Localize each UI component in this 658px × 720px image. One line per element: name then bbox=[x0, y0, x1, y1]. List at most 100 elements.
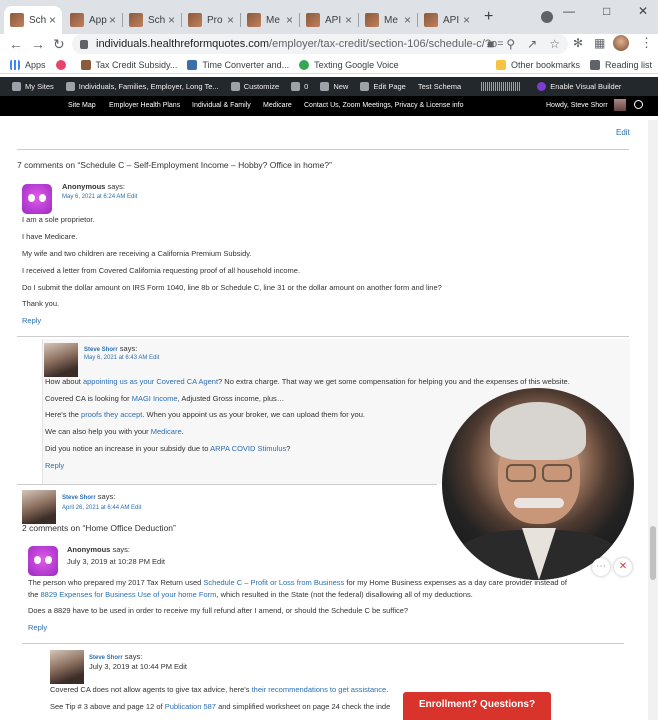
nav-site-map[interactable]: Site Map bbox=[68, 102, 96, 109]
comment-author: Steve Shorr says: bbox=[84, 344, 138, 353]
comments-count[interactable]: 0 bbox=[291, 82, 308, 91]
schedule-c-link[interactable]: Schedule C – Profit or Loss from Busines… bbox=[203, 578, 344, 587]
other-bookmarks[interactable]: Other bookmarks bbox=[495, 59, 580, 70]
nav-medicare[interactable]: Medicare bbox=[263, 102, 292, 109]
phone-icon bbox=[299, 59, 310, 70]
comment-date[interactable]: April 26, 2021 at 6:44 AM Edit bbox=[62, 505, 141, 511]
avatar bbox=[22, 490, 56, 524]
medicare-link[interactable]: Medicare bbox=[151, 427, 182, 436]
url-text[interactable]: individuals.healthreformquotes.com/emplo… bbox=[96, 38, 504, 50]
assistance-link[interactable]: their recommendations to get assistance bbox=[252, 685, 387, 694]
forward-icon[interactable]: → bbox=[31, 36, 45, 52]
browser-tab[interactable]: Me × bbox=[359, 6, 418, 34]
comment-text: I am a sole proprietor. bbox=[22, 215, 95, 224]
arpa-link[interactable]: ARPA COVID Stimulus bbox=[210, 444, 286, 453]
browser-tab[interactable]: API × bbox=[300, 6, 359, 34]
close-icon[interactable]: ✕ bbox=[614, 558, 632, 576]
new-tab-button[interactable]: + bbox=[484, 8, 493, 26]
video-bubble[interactable] bbox=[442, 388, 634, 580]
proofs-link[interactable]: proofs they accept bbox=[81, 410, 142, 419]
more-menu-icon[interactable]: ⋮ bbox=[640, 35, 653, 51]
more-options-icon[interactable]: ⋯ bbox=[592, 558, 610, 576]
reload-icon[interactable]: ↻ bbox=[53, 36, 65, 53]
close-tab-icon[interactable]: × bbox=[109, 13, 116, 27]
customize[interactable]: Customize bbox=[230, 82, 279, 91]
extension-icon[interactable]: ✻ bbox=[573, 36, 583, 50]
visual-builder[interactable]: Enable Visual Builder bbox=[537, 82, 621, 91]
my-sites[interactable]: My Sites bbox=[12, 82, 54, 91]
site-name[interactable]: Individuals, Families, Employer, Long Te… bbox=[65, 82, 219, 91]
publication-587-link[interactable]: Publication 587 bbox=[165, 702, 216, 711]
bookmark-apps[interactable]: Apps bbox=[10, 59, 46, 70]
comment-text: Here's the proofs they accept. When you … bbox=[45, 410, 365, 419]
howdy-user[interactable]: Howdy, Steve Shorr bbox=[546, 102, 608, 109]
camera-icon[interactable]: ■ bbox=[487, 37, 494, 51]
magi-link[interactable]: MAGI Income bbox=[132, 394, 178, 403]
reply-link[interactable]: Reply bbox=[28, 623, 47, 632]
bookmark-item[interactable]: Tax Credit Subsidy... bbox=[80, 59, 177, 70]
close-tab-icon[interactable]: × bbox=[463, 13, 470, 27]
reply-link[interactable]: Reply bbox=[22, 316, 41, 325]
site-nav: Site Map Employer Health Plans Individua… bbox=[0, 96, 658, 116]
plus-icon bbox=[320, 82, 330, 91]
browser-tab[interactable]: Me × bbox=[241, 6, 300, 34]
comment-date[interactable]: May 6, 2021 at 6:43 AM Edit bbox=[84, 355, 159, 361]
browser-tab[interactable]: Sch × bbox=[123, 6, 182, 34]
puzzle-icon[interactable]: ▦ bbox=[594, 36, 605, 50]
search-icon[interactable] bbox=[634, 100, 643, 109]
reading-list[interactable]: Reading list bbox=[589, 59, 652, 70]
comment-date[interactable]: May 6, 2021 at 6:24 AM Edit bbox=[62, 194, 137, 200]
bookmark-item[interactable]: Time Converter and... bbox=[187, 59, 289, 70]
close-tab-icon[interactable]: × bbox=[227, 13, 234, 27]
comment-date[interactable]: July 3, 2019 at 10:44 PM Edit bbox=[89, 662, 187, 671]
bookmark-item[interactable]: Texting Google Voice bbox=[299, 59, 399, 70]
nav-contact-us[interactable]: Contact Us, Zoom Meetings, Privacy & Lic… bbox=[304, 102, 464, 109]
bookmark-item[interactable] bbox=[55, 59, 71, 70]
user-avatar[interactable] bbox=[614, 99, 626, 111]
minimize-icon[interactable]: — bbox=[563, 4, 575, 18]
maximize-icon[interactable]: □ bbox=[603, 4, 610, 18]
browser-tab[interactable]: API × bbox=[418, 6, 476, 34]
divider bbox=[17, 484, 437, 485]
browser-tab[interactable]: App × bbox=[64, 6, 123, 34]
site-favicon-icon bbox=[129, 13, 143, 27]
profile-avatar[interactable] bbox=[613, 35, 629, 51]
share-icon[interactable]: ↗ bbox=[527, 37, 537, 51]
form-8829-link[interactable]: 8829 Expenses for Business Use of your h… bbox=[41, 590, 217, 599]
scrollbar[interactable] bbox=[648, 120, 658, 720]
back-icon[interactable]: ← bbox=[9, 36, 23, 52]
enrollment-questions-button[interactable]: Enrollment? Questions? bbox=[403, 692, 551, 720]
tab-search-icon[interactable] bbox=[541, 11, 553, 23]
close-window-icon[interactable]: ✕ bbox=[638, 4, 648, 18]
nav-individual-family[interactable]: Individual & Family bbox=[192, 102, 251, 109]
test-schema[interactable]: Test Schema bbox=[418, 82, 461, 91]
browser-tab[interactable]: Sch × bbox=[4, 6, 62, 34]
agent-link[interactable]: appointing us as your Covered CA Agent bbox=[83, 377, 218, 386]
comment-date[interactable]: July 3, 2019 at 10:28 PM Edit bbox=[67, 557, 165, 566]
close-tab-icon[interactable]: × bbox=[404, 13, 411, 27]
scrollbar-thumb[interactable] bbox=[650, 526, 656, 580]
bookmark-star-icon[interactable]: ☆ bbox=[549, 37, 560, 51]
new-item[interactable]: New bbox=[320, 82, 348, 91]
site-favicon-icon bbox=[306, 13, 320, 27]
reading-list-icon bbox=[589, 59, 600, 70]
stats-graph-icon[interactable] bbox=[481, 82, 522, 91]
comment-icon bbox=[291, 82, 301, 91]
browser-tab[interactable]: Pro × bbox=[182, 6, 241, 34]
edit-page[interactable]: Edit Page bbox=[360, 82, 406, 91]
comment-text: My wife and two children are receiving a… bbox=[22, 249, 252, 258]
edit-link[interactable]: Edit bbox=[616, 128, 630, 137]
comment-text: I received a letter from Covered Califor… bbox=[22, 266, 301, 275]
close-tab-icon[interactable]: × bbox=[168, 13, 175, 27]
site-favicon-icon bbox=[365, 13, 379, 27]
search-icon[interactable]: ⚲ bbox=[506, 37, 515, 51]
comment-text: See Tip # 3 above and page 12 of Publica… bbox=[50, 702, 391, 711]
reply-link[interactable]: Reply bbox=[45, 461, 64, 470]
close-tab-icon[interactable]: × bbox=[286, 13, 293, 27]
nav-employer-health-plans[interactable]: Employer Health Plans bbox=[109, 102, 180, 109]
comment-author: Steve Shorr says: bbox=[62, 492, 116, 501]
address-bar[interactable]: individuals.healthreformquotes.com/emplo… bbox=[72, 34, 568, 54]
close-tab-icon[interactable]: × bbox=[345, 13, 352, 27]
close-tab-icon[interactable]: × bbox=[49, 13, 56, 27]
comments-title: 2 comments on “Home Office Deduction” bbox=[22, 523, 176, 533]
